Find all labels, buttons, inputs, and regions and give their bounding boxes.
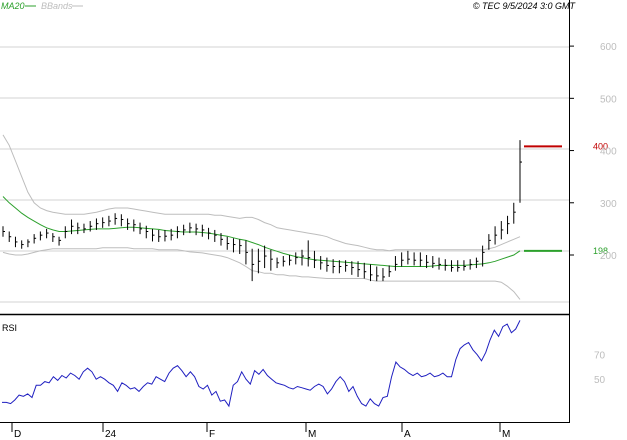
price-bar: [89, 221, 93, 232]
price-bar: [46, 228, 49, 239]
price-bar: [370, 264, 373, 282]
price-bar: [27, 239, 30, 248]
price-bar: [494, 226, 498, 245]
price-bar: [401, 252, 404, 267]
price-bar: [320, 256, 323, 270]
price-bar: [264, 245, 267, 269]
price-bar: [145, 225, 149, 239]
price-bar: [507, 215, 510, 235]
y-tick-label: 200: [600, 251, 617, 262]
price-bar: [407, 250, 410, 265]
price-bar: [519, 140, 522, 203]
price-bars-layer: [2, 140, 522, 282]
stock-chart: 400198 200 300 400 500 600 70 50 D 24 F M A M MA20 …: [0, 0, 617, 440]
price-bar: [52, 233, 55, 242]
x-tick-label: D: [14, 429, 21, 440]
rsi-line: [2, 320, 521, 408]
price-bar: [164, 229, 167, 242]
price-bar: [388, 265, 392, 277]
price-bar: [8, 231, 12, 242]
y-tick-label: 400: [600, 147, 617, 158]
price-bar: [376, 266, 379, 282]
price-bar: [307, 240, 311, 267]
price-bar: [513, 202, 516, 224]
bbands-layer: [2, 134, 521, 300]
price-bar: [102, 217, 105, 228]
price-bar: [95, 218, 99, 230]
price-bar: [21, 240, 24, 249]
price-bar: [127, 218, 130, 230]
x-tick-labels: D 24 F M A M: [11, 422, 510, 440]
legend-ma20-label: MA20: [1, 1, 25, 11]
x-tick-label: M: [502, 429, 510, 440]
price-bar: [438, 257, 442, 270]
legend: MA20 BBands: [1, 1, 83, 11]
price-bar: [475, 257, 479, 269]
price-bar: [108, 215, 111, 227]
price-bar: [226, 236, 230, 250]
price-bar: [33, 234, 37, 244]
annotation-layer: 400198: [524, 141, 608, 256]
price-bar: [276, 257, 280, 269]
price-bar: [133, 219, 136, 232]
price-panel: [0, 0, 570, 423]
price-bar: [488, 234, 491, 250]
ma20-layer: [2, 196, 521, 267]
bbands-lower-line: [2, 247, 521, 300]
x-tick-label: A: [404, 429, 411, 440]
price-bar: [469, 259, 473, 270]
rsi-tick-label: 50: [594, 375, 606, 386]
price-bar: [500, 221, 504, 240]
price-bar: [363, 262, 367, 279]
price-bar: [64, 226, 68, 239]
price-bar: [419, 252, 423, 267]
price-bar: [245, 240, 248, 265]
price-bar: [120, 214, 124, 227]
price-bar: [251, 248, 255, 282]
price-bar: [295, 252, 298, 265]
bbands-upper-line: [2, 134, 521, 252]
rsi-panel-title: RSI: [2, 323, 17, 333]
rsi-layer: [2, 320, 521, 408]
price-bar: [158, 229, 161, 242]
price-bar: [214, 229, 217, 242]
price-bar: [232, 238, 236, 253]
rsi-tick-label: 70: [594, 351, 606, 362]
ma20-line: [2, 196, 521, 267]
price-bar: [394, 256, 398, 271]
price-bar: [2, 226, 5, 237]
price-bar: [450, 260, 454, 272]
price-bar: [457, 260, 460, 272]
price-bar: [71, 219, 74, 235]
price-bar: [14, 236, 18, 248]
price-bar: [289, 255, 292, 266]
price-bar: [201, 224, 205, 237]
price-bar: [239, 239, 242, 254]
price-bar: [382, 268, 385, 282]
y-tick-label: 300: [600, 199, 617, 210]
x-tick-label: F: [209, 429, 215, 440]
y-tick-label: 500: [600, 94, 617, 105]
price-bar: [58, 236, 62, 246]
price-bar: [270, 249, 273, 271]
legend-bbands-label: BBands: [41, 1, 73, 11]
price-bar: [151, 228, 155, 242]
x-tick-label: 24: [105, 429, 117, 440]
y-tick-label: 600: [600, 42, 617, 53]
price-bar: [183, 224, 186, 236]
y-tick-labels: 200 300 400 500 600 70 50: [570, 42, 617, 386]
price-bar: [77, 222, 80, 235]
price-bar: [176, 226, 180, 239]
x-tick-label: M: [308, 429, 316, 440]
price-bar: [83, 223, 86, 234]
price-bar: [114, 213, 118, 225]
price-bar: [39, 231, 43, 241]
price-bar: [326, 257, 329, 272]
price-bar: [413, 252, 417, 266]
price-bar: [257, 248, 261, 274]
copyright-text: © TEC 9/5/2024 3:0 GMT: [473, 1, 577, 11]
price-bar: [282, 256, 286, 267]
price-bar: [195, 223, 199, 236]
